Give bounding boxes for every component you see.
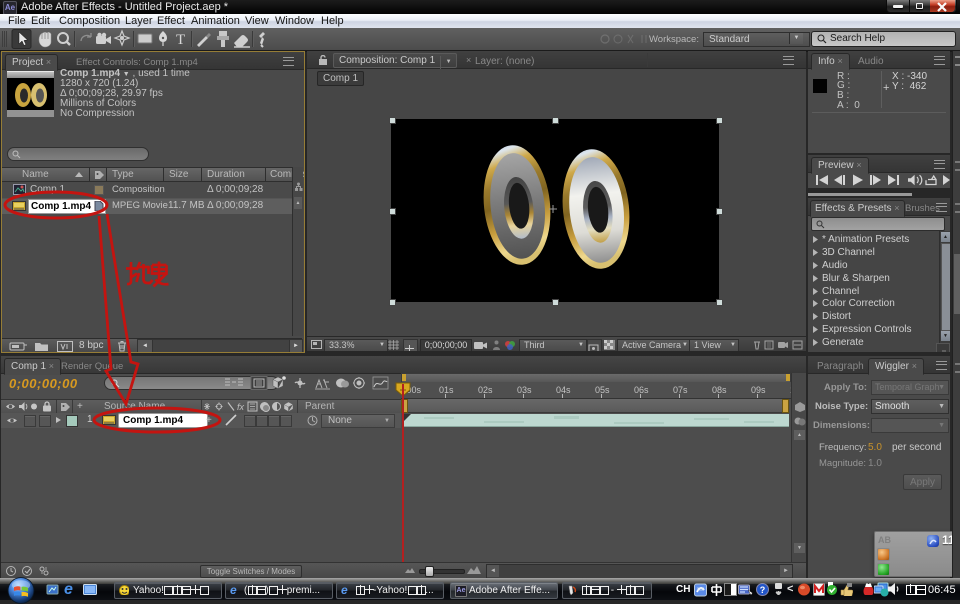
svg-text:?: ?	[760, 585, 766, 595]
